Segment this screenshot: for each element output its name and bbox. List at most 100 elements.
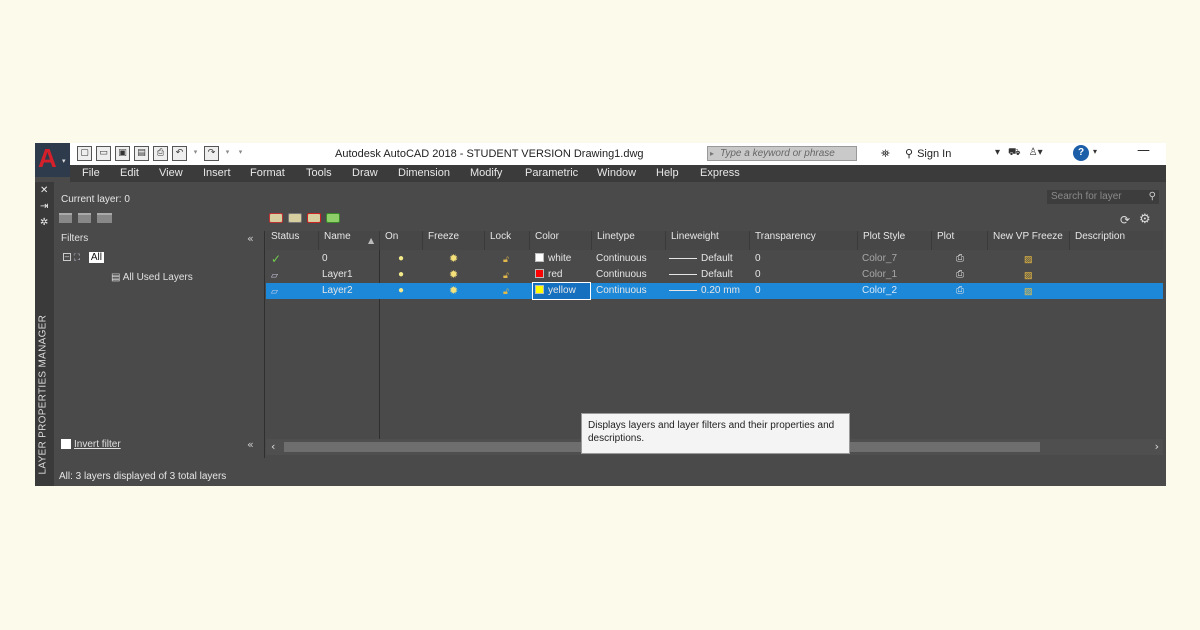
column-lock[interactable]: Lock bbox=[485, 231, 530, 250]
new-layer-vp-frozen-icon[interactable] bbox=[288, 213, 302, 223]
undo-dropdown-icon[interactable]: ▾ bbox=[191, 146, 200, 161]
sign-in-button[interactable]: ⚲ Sign In bbox=[905, 147, 951, 160]
save-icon[interactable]: ▣ bbox=[115, 146, 130, 161]
tree-item-all-used-layers[interactable]: ▤ All Used Layers bbox=[111, 272, 193, 283]
scroll-left-icon[interactable]: ‹ bbox=[271, 440, 275, 453]
properties-icon[interactable]: ✲ bbox=[40, 217, 48, 228]
layer-row-0[interactable]: ✓ 0 ● ✹ 🔓︎ white Continuous Default 0 Co… bbox=[266, 251, 1163, 267]
minimize-button[interactable]: — bbox=[1137, 143, 1150, 158]
new-layer-icon[interactable] bbox=[269, 213, 283, 223]
new-property-filter-icon[interactable] bbox=[59, 213, 72, 223]
unlock-icon[interactable]: 🔓︎ bbox=[503, 267, 509, 283]
menu-draw[interactable]: Draw bbox=[352, 165, 378, 182]
menu-file[interactable]: File bbox=[82, 165, 100, 182]
menu-help[interactable]: Help bbox=[656, 165, 679, 182]
vp-freeze-icon[interactable]: ▨ bbox=[1024, 251, 1033, 267]
menu-insert[interactable]: Insert bbox=[203, 165, 231, 182]
transparency-cell[interactable]: 0 bbox=[755, 283, 761, 299]
layer-name[interactable]: 0 bbox=[322, 251, 328, 267]
linetype-cell[interactable]: Continuous bbox=[596, 283, 647, 299]
vp-freeze-icon[interactable]: ▨ bbox=[1024, 283, 1033, 299]
undo-icon[interactable]: ↶ bbox=[172, 146, 187, 161]
save-as-icon[interactable]: ▤ bbox=[134, 146, 149, 161]
menu-express[interactable]: Express bbox=[700, 165, 740, 182]
color-cell[interactable]: yellow bbox=[532, 282, 591, 300]
new-group-filter-icon[interactable] bbox=[78, 213, 91, 223]
layer-row-2[interactable]: ▱ Layer2 ● ✹ 🔓︎ yellow Continuous 0.20 m… bbox=[266, 282, 1163, 300]
column-transparency[interactable]: Transparency bbox=[750, 231, 858, 250]
transparency-cell[interactable]: 0 bbox=[755, 267, 761, 283]
on-bulb-icon[interactable]: ● bbox=[398, 283, 404, 299]
cart-icon[interactable]: ⛟ bbox=[1008, 147, 1021, 160]
layer-name[interactable]: Layer1 bbox=[322, 267, 353, 283]
invert-filter-checkbox[interactable]: Invert filter bbox=[61, 439, 121, 450]
lineweight-cell[interactable]: 0.20 mm bbox=[669, 283, 740, 299]
column-lineweight[interactable]: Lineweight bbox=[666, 231, 750, 250]
collapse-tree-icon[interactable]: – bbox=[63, 253, 71, 262]
column-description[interactable]: Description bbox=[1070, 231, 1163, 250]
color-cell[interactable]: red bbox=[533, 267, 590, 283]
printer-icon[interactable]: ⎙ bbox=[956, 267, 964, 283]
color-name: white bbox=[548, 253, 572, 264]
column-new-vp-freeze[interactable]: New VP Freeze bbox=[988, 231, 1070, 250]
auto-hide-icon[interactable]: ⇥ bbox=[40, 201, 48, 212]
on-bulb-icon[interactable]: ● bbox=[398, 251, 404, 267]
delete-layer-icon[interactable] bbox=[307, 213, 321, 223]
lineweight-cell[interactable]: Default bbox=[669, 251, 733, 267]
search-input[interactable]: ▸ Type a keyword or phrase bbox=[707, 146, 857, 161]
column-freeze[interactable]: Freeze bbox=[423, 231, 485, 250]
help-dropdown-icon[interactable]: ▾ bbox=[1093, 147, 1097, 156]
menu-dimension[interactable]: Dimension bbox=[398, 165, 450, 182]
thaw-sun-icon[interactable]: ✹ bbox=[449, 283, 458, 299]
tree-item-all[interactable]: – ⛶ All bbox=[63, 252, 104, 263]
account-icon[interactable]: ♙▾ bbox=[1029, 147, 1043, 160]
layer-states-manager-icon[interactable] bbox=[97, 213, 112, 223]
search-layer-input[interactable]: Search for layer ⚲ bbox=[1047, 190, 1159, 204]
unlock-icon[interactable]: 🔓︎ bbox=[503, 251, 509, 267]
help-button[interactable]: ? bbox=[1073, 145, 1089, 161]
menu-format[interactable]: Format bbox=[250, 165, 285, 182]
plot-icon[interactable]: ⎙ bbox=[153, 146, 168, 161]
redo-dropdown-icon[interactable]: ▾ bbox=[223, 146, 232, 161]
linetype-cell[interactable]: Continuous bbox=[596, 267, 647, 283]
column-status[interactable]: Status bbox=[266, 231, 319, 250]
collapse-left-icon[interactable]: « bbox=[247, 438, 254, 451]
column-color[interactable]: Color bbox=[530, 231, 592, 250]
column-plot-style[interactable]: Plot Style bbox=[858, 231, 932, 250]
application-menu-button[interactable]: A ▾ bbox=[35, 143, 70, 177]
dropdown-icon[interactable]: ▾ bbox=[995, 147, 1000, 160]
scroll-right-icon[interactable]: › bbox=[1155, 440, 1159, 453]
thaw-sun-icon[interactable]: ✹ bbox=[449, 267, 458, 283]
column-linetype[interactable]: Linetype bbox=[592, 231, 666, 250]
menu-tools[interactable]: Tools bbox=[306, 165, 332, 182]
close-icon[interactable]: ✕ bbox=[40, 185, 48, 196]
linetype-cell[interactable]: Continuous bbox=[596, 251, 647, 267]
layer-row-1[interactable]: ▱ Layer1 ● ✹ 🔓︎ red Continuous Default 0… bbox=[266, 267, 1163, 283]
unlock-icon[interactable]: 🔓︎ bbox=[503, 283, 509, 299]
menu-window[interactable]: Window bbox=[597, 165, 636, 182]
printer-icon[interactable]: ⎙ bbox=[956, 251, 964, 267]
color-cell[interactable]: white bbox=[533, 251, 590, 267]
column-plot[interactable]: Plot bbox=[932, 231, 988, 250]
menu-view[interactable]: View bbox=[159, 165, 183, 182]
column-on[interactable]: On bbox=[380, 231, 423, 250]
customize-toolbar-icon[interactable]: ▾ bbox=[236, 146, 245, 161]
binoculars-icon[interactable]: ⛯ bbox=[881, 147, 890, 161]
menu-parametric[interactable]: Parametric bbox=[525, 165, 578, 182]
redo-icon[interactable]: ↷ bbox=[204, 146, 219, 161]
menu-edit[interactable]: Edit bbox=[120, 165, 139, 182]
on-bulb-icon[interactable]: ● bbox=[398, 267, 404, 283]
refresh-icon[interactable]: ⟳ bbox=[1120, 213, 1130, 227]
set-current-icon[interactable] bbox=[326, 213, 340, 223]
open-icon[interactable]: ▭ bbox=[96, 146, 111, 161]
transparency-cell[interactable]: 0 bbox=[755, 251, 761, 267]
gear-icon[interactable]: ⚙ bbox=[1139, 212, 1151, 227]
lineweight-cell[interactable]: Default bbox=[669, 267, 733, 283]
layer-name[interactable]: Layer2 bbox=[322, 283, 353, 299]
menu-modify[interactable]: Modify bbox=[470, 165, 502, 182]
printer-icon[interactable]: ⎙ bbox=[956, 283, 964, 299]
collapse-filters-icon[interactable]: « bbox=[247, 232, 254, 245]
new-icon[interactable]: ▢ bbox=[77, 146, 92, 161]
thaw-sun-icon[interactable]: ✹ bbox=[449, 251, 458, 267]
vp-freeze-icon[interactable]: ▨ bbox=[1024, 267, 1033, 283]
